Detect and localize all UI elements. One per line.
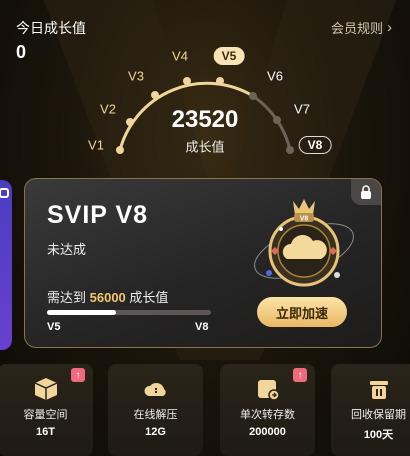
gauge-dot-v2	[126, 118, 134, 126]
gauge-dot-v8	[286, 146, 294, 154]
gauge-dot-v4	[183, 77, 191, 85]
level-gauge: V1 V2 V3 V4 V5 V6 V7 V8 23520 成长值	[0, 0, 410, 175]
card-status: 未达成	[47, 242, 87, 257]
cloud-badge-icon: V8	[254, 199, 354, 287]
crown-icon	[293, 199, 315, 215]
gauge-label-v1: V1	[88, 137, 104, 153]
benefit-value: 12G	[145, 426, 166, 438]
gauge-dot-v6	[249, 92, 257, 100]
previous-level-card[interactable]	[0, 180, 12, 350]
growth-value-label: 成长值	[185, 139, 225, 155]
lock-icon	[0, 188, 9, 198]
level-card-svip-v8[interactable]: SVIP V8 未达成 需达到 56000 成长值 V5 V8 V8 立即加速	[24, 178, 382, 348]
benefit-label: 回收保留期	[351, 409, 406, 421]
benefit-label: 容量空间	[23, 409, 68, 421]
requirement-text: 需达到 56000 成长值	[47, 287, 168, 306]
box-icon	[34, 378, 57, 400]
card-title: SVIP V8	[47, 201, 149, 229]
gauge-dot-v5	[216, 77, 224, 85]
progress-bar-fill	[47, 310, 116, 315]
badge-level-label: V8	[300, 216, 309, 223]
gauge-label-v2: V2	[100, 101, 116, 117]
benefit-value: 200000	[249, 426, 286, 438]
upgrade-badge: ↑	[293, 368, 307, 382]
gauge-label-v8-target[interactable]: V8	[298, 136, 332, 154]
transfer-icon	[257, 380, 280, 401]
benefit-label: 在线解压	[133, 409, 178, 421]
gauge-label-v4: V4	[172, 48, 188, 64]
gauge-label-v7: V7	[294, 101, 310, 117]
benefit-value: 100天	[363, 429, 394, 441]
gauge-dot-v1	[116, 146, 124, 154]
requirement-prefix: 需达到	[47, 290, 87, 305]
benefit-recycle[interactable]: 回收保留期 100天	[331, 364, 410, 456]
benefit-unzip[interactable]: 在线解压 12G	[108, 364, 203, 456]
benefit-transfer[interactable]: ↑ 单次转存数 200000	[220, 364, 315, 456]
requirement-suffix: 成长值	[129, 290, 169, 305]
progress-bar	[47, 310, 211, 315]
gauge-arc-remaining	[252, 94, 292, 151]
upgrade-badge: ↑	[71, 368, 85, 382]
trash-icon	[369, 381, 388, 399]
growth-value: 23520	[171, 106, 239, 133]
gauge-dot-v3	[151, 91, 159, 99]
benefit-value: 16T	[36, 426, 55, 438]
boost-button[interactable]: 立即加速	[257, 297, 347, 327]
unzip-icon	[143, 382, 166, 396]
gauge-label-v5-current: V5	[213, 47, 245, 65]
benefit-storage[interactable]: ↑ 容量空间 16T	[0, 364, 93, 456]
requirement-value: 56000	[89, 290, 126, 305]
gauge-dot-v7	[273, 116, 281, 124]
progress-to-level: V8	[195, 321, 209, 333]
gauge-label-v6: V6	[267, 68, 283, 84]
benefit-label: 单次转存数	[240, 409, 295, 421]
progress-from-level: V5	[47, 321, 61, 333]
gauge-label-v3: V3	[128, 68, 144, 84]
benefits-row: ↑ 容量空间 16T 在线解压 12G ↑ 单次转存数 200000 回收保留期	[0, 364, 410, 456]
